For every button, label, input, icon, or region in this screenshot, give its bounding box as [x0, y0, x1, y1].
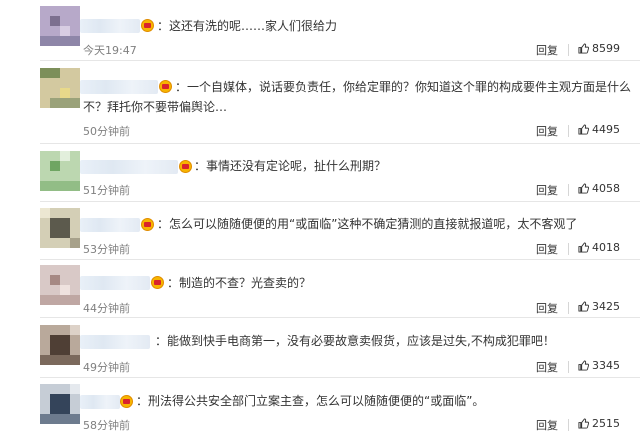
- like-button[interactable]: 3345: [578, 359, 620, 372]
- like-count: 4018: [592, 241, 620, 254]
- reply-button[interactable]: 回复: [536, 417, 558, 433]
- comment-time: 50分钟前: [83, 125, 130, 138]
- comment-text: ：事情还没有定论呢，扯什么刑期？: [194, 159, 387, 173]
- divider-vertical: [568, 419, 569, 431]
- username-blurred[interactable]: [80, 276, 150, 290]
- divider-vertical: [568, 243, 569, 255]
- reply-button[interactable]: 回复: [536, 359, 558, 375]
- like-button[interactable]: 8599: [578, 42, 620, 55]
- avatar[interactable]: [40, 325, 80, 365]
- reply-button[interactable]: 回复: [536, 42, 558, 58]
- row-divider: [40, 143, 640, 144]
- username-blurred[interactable]: [80, 395, 120, 409]
- username-blurred[interactable]: [80, 19, 140, 33]
- thumb-up-icon: [578, 301, 589, 312]
- thumb-up-icon: [578, 124, 589, 135]
- vip-crown-icon: [159, 80, 172, 93]
- comment-text: ：制造的不查？光查卖的？: [167, 276, 312, 290]
- comment-text: ：这还有洗的呢……家人们很给力: [157, 19, 338, 33]
- thumb-up-icon: [578, 183, 589, 194]
- vip-crown-icon: [120, 395, 133, 408]
- comment-text: ：刑法得公共安全部门立案主查，怎么可以随随便便的“或面临”。: [136, 394, 485, 408]
- comment-time: 44分钟前: [83, 302, 130, 315]
- username-blurred[interactable]: [80, 335, 150, 349]
- thumb-up-icon: [578, 242, 589, 253]
- like-count: 4058: [592, 182, 620, 195]
- divider-vertical: [568, 361, 569, 373]
- like-count: 3345: [592, 359, 620, 372]
- divider-vertical: [568, 125, 569, 137]
- username-blurred[interactable]: [80, 218, 140, 232]
- comment-text-continued: 不？拜托你不要带偏舆论…: [83, 100, 228, 114]
- vip-crown-icon: [179, 160, 192, 173]
- avatar[interactable]: [40, 384, 80, 424]
- avatar[interactable]: [40, 6, 80, 46]
- comment-time: 今天19:47: [83, 44, 137, 57]
- thumb-up-icon: [578, 418, 589, 429]
- row-divider: [40, 201, 640, 202]
- like-count: 3425: [592, 300, 620, 313]
- reply-button[interactable]: 回复: [536, 123, 558, 139]
- like-button[interactable]: 2515: [578, 417, 620, 430]
- reply-button[interactable]: 回复: [536, 300, 558, 316]
- like-button[interactable]: 4018: [578, 241, 620, 254]
- row-divider: [40, 377, 640, 378]
- like-button[interactable]: 4058: [578, 182, 620, 195]
- divider-vertical: [568, 184, 569, 196]
- row-divider: [40, 60, 640, 61]
- comment-text: ：能做到快手电商第一，没有必要故意卖假货，应该是过失,不构成犯罪吧！: [155, 334, 555, 348]
- avatar[interactable]: [40, 265, 80, 305]
- divider-vertical: [568, 44, 569, 56]
- comment-time: 51分钟前: [83, 184, 130, 197]
- vip-crown-icon: [141, 19, 154, 32]
- like-count: 2515: [592, 417, 620, 430]
- avatar[interactable]: [40, 208, 80, 248]
- like-button[interactable]: 3425: [578, 300, 620, 313]
- thumb-up-icon: [578, 360, 589, 371]
- username-blurred[interactable]: [80, 80, 158, 94]
- like-count: 8599: [592, 42, 620, 55]
- comment-text: ：怎么可以随随便便的用“或面临”这种不确定猜测的直接就报道呢，太不客观了: [157, 217, 578, 231]
- avatar[interactable]: [40, 151, 80, 191]
- vip-crown-icon: [141, 218, 154, 231]
- comment-time: 49分钟前: [83, 361, 130, 374]
- like-button[interactable]: 4495: [578, 123, 620, 136]
- comment-text: ：一个自媒体，说话要负责任，你给定罪的？你知道这个罪的构成要件主观方面是什么: [175, 80, 632, 94]
- comment-time: 53分钟前: [83, 243, 130, 256]
- reply-button[interactable]: 回复: [536, 182, 558, 198]
- username-blurred[interactable]: [80, 160, 178, 174]
- divider-vertical: [568, 302, 569, 314]
- comment-time: 58分钟前: [83, 419, 130, 432]
- avatar[interactable]: [40, 68, 80, 108]
- like-count: 4495: [592, 123, 620, 136]
- thumb-up-icon: [578, 43, 589, 54]
- reply-button[interactable]: 回复: [536, 241, 558, 257]
- row-divider: [40, 259, 640, 260]
- vip-crown-icon: [151, 276, 164, 289]
- row-divider: [40, 317, 640, 318]
